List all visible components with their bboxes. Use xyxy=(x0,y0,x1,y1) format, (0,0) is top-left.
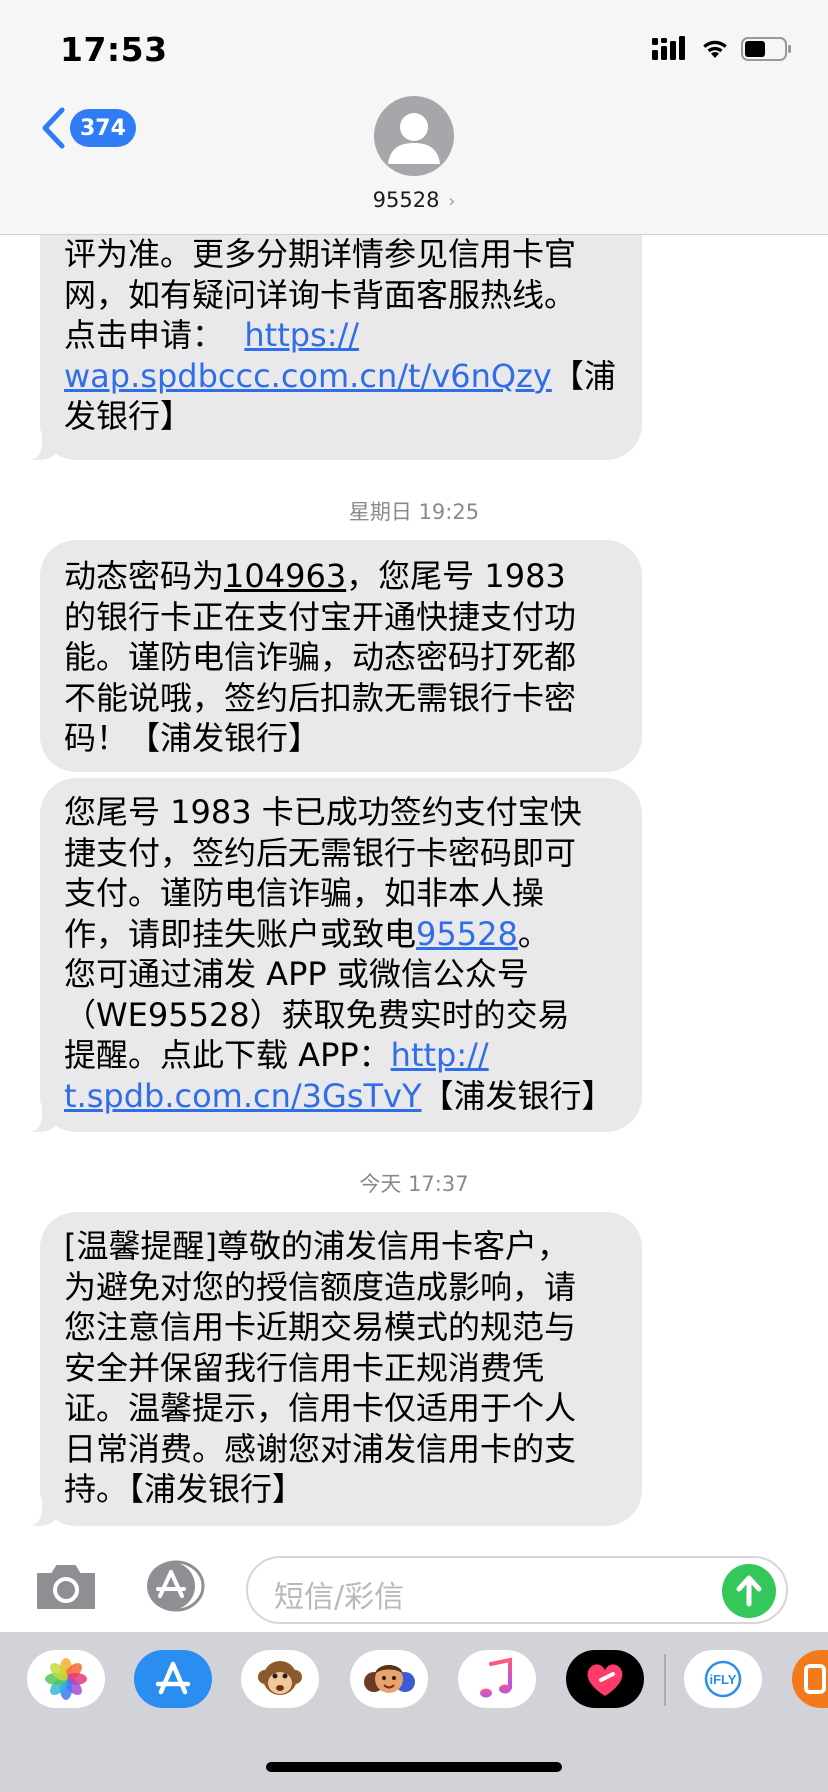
composer-bar: 短信/彩信 xyxy=(0,1540,828,1632)
message-link[interactable]: http:// xyxy=(391,1036,489,1074)
memoji-app-button[interactable] xyxy=(350,1650,428,1708)
app-store-icon xyxy=(155,1661,191,1695)
memoji-icon xyxy=(364,1665,415,1693)
message-bubble[interactable]: [温馨提醒]尊敬的浦发信用卡客户， 为避免对您的授信额度造成影响，请 您注意信用… xyxy=(20,1212,642,1527)
message-link[interactable]: wap.spdbccc.com.cn/t/v6nQzy xyxy=(64,357,552,395)
contact-name[interactable]: 95528 › xyxy=(0,188,828,212)
battery-icon xyxy=(741,37,791,61)
music-app-button[interactable] xyxy=(458,1650,536,1708)
phone-link[interactable]: 95528 xyxy=(416,915,518,953)
message-text: 评为准。更多分期详情参见信用卡官 网，如有疑问详询卡背面客服热线。 点击申请： … xyxy=(64,235,616,435)
contact-avatar[interactable] xyxy=(374,96,454,176)
photos-icon xyxy=(45,1658,87,1700)
timestamp: 星期日 19:25 xyxy=(348,500,480,524)
digital-touch-app-button[interactable] xyxy=(566,1650,644,1708)
music-icon xyxy=(480,1657,512,1698)
partial-app-icon xyxy=(804,1664,826,1694)
wifi-icon xyxy=(703,40,727,58)
camera-icon[interactable] xyxy=(34,1562,98,1612)
message-input-placeholder: 短信/彩信 xyxy=(274,1580,405,1615)
message-text: 您尾号 1983 卡已成功签约支付宝快 捷支付，签约后无需银行卡密码即可 支付。… xyxy=(64,793,614,1115)
partial-app-button[interactable] xyxy=(792,1650,828,1708)
timestamp: 今天 17:37 xyxy=(359,1172,469,1196)
unread-count-badge: 374 xyxy=(70,109,136,147)
conversation-header: 17:53 374 95528 › xyxy=(0,0,828,235)
message-input[interactable]: 短信/彩信 xyxy=(246,1556,788,1624)
verification-code[interactable]: 104963 xyxy=(224,557,346,595)
person-icon xyxy=(388,113,440,164)
send-button[interactable] xyxy=(722,1564,776,1618)
message-bubble[interactable]: 您尾号 1983 卡已成功签约支付宝快 捷支付，签约后无需银行卡密码即可 支付。… xyxy=(20,778,642,1133)
ifly-icon: iFLY xyxy=(704,1660,742,1698)
app-store-app-button[interactable] xyxy=(134,1650,212,1708)
message-link[interactable]: https:// xyxy=(244,316,359,354)
digital-touch-icon xyxy=(587,1664,623,1696)
messages-screen: 评为准。更多分期详情参见信用卡官 网，如有疑问详询卡背面客服热线。 点击申请： … xyxy=(0,0,828,1792)
message-text: 动态密码为104963，您尾号 1983 的银行卡正在支付宝开通快捷支付功 能。… xyxy=(64,557,577,757)
status-time: 17:53 xyxy=(60,30,168,69)
message-bubble[interactable]: 动态密码为104963，您尾号 1983 的银行卡正在支付宝开通快捷支付功 能。… xyxy=(40,540,642,772)
ifly-app-button[interactable]: iFLY xyxy=(684,1650,762,1708)
drawer-divider xyxy=(664,1654,666,1706)
animoji-app-button[interactable] xyxy=(241,1650,319,1708)
chevron-left-icon xyxy=(42,107,65,149)
chevron-right-icon: › xyxy=(448,191,456,212)
photos-app-button[interactable] xyxy=(27,1650,105,1708)
svg-text:iFLY: iFLY xyxy=(710,1672,737,1687)
arrow-up-icon xyxy=(736,1575,762,1607)
app-store-button-icon[interactable] xyxy=(140,1556,210,1616)
cellular-signal-icon xyxy=(652,36,685,60)
message-text: [温馨提醒]尊敬的浦发信用卡客户， 为避免对您的授信额度造成影响，请 您注意信用… xyxy=(64,1227,577,1508)
animoji-monkey-icon xyxy=(258,1661,302,1695)
back-button[interactable]: 374 xyxy=(40,106,136,150)
message-link[interactable]: t.spdb.com.cn/3GsTvY xyxy=(64,1077,422,1115)
home-indicator[interactable] xyxy=(266,1762,562,1772)
